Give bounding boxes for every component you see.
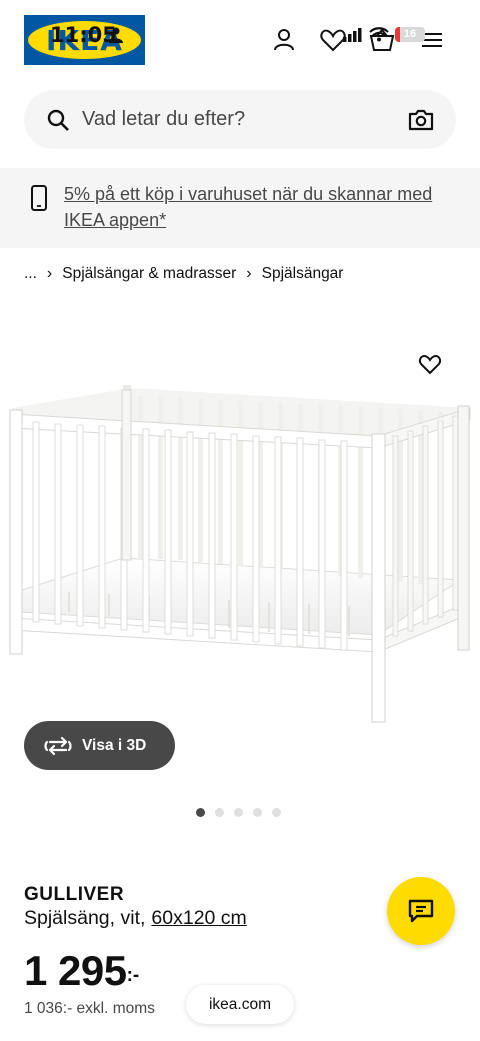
product-gallery[interactable]: Visa i 3D — [0, 300, 480, 840]
view-3d-button[interactable]: Visa i 3D — [24, 721, 175, 770]
chat-icon — [408, 899, 434, 923]
chat-button[interactable] — [387, 877, 455, 945]
gallery-pagination — [196, 808, 281, 817]
person-icon — [109, 27, 123, 43]
view-3d-label: Visa i 3D — [82, 736, 147, 754]
search-icon[interactable] — [46, 108, 70, 132]
search-input[interactable] — [82, 90, 392, 149]
pagination-dot[interactable] — [215, 808, 224, 817]
product-name: GULLIVER — [24, 884, 125, 905]
pagination-dot[interactable] — [196, 808, 205, 817]
status-icons: 16 — [343, 27, 425, 42]
pagination-dot[interactable] — [272, 808, 281, 817]
battery-icon: 16 — [395, 27, 425, 42]
camera-icon[interactable] — [408, 107, 434, 133]
breadcrumb-item[interactable]: Spjälsängar — [262, 265, 344, 283]
price-amount: 1 295 — [24, 947, 127, 994]
crib-image — [9, 385, 471, 723]
breadcrumb: ... › Spjälsängar & madrasser › Spjälsän… — [24, 263, 343, 285]
account-icon[interactable] — [270, 26, 298, 54]
wifi-icon — [369, 27, 389, 42]
chevron-right-icon: › — [46, 265, 53, 282]
status-time: 11:05 — [50, 23, 117, 47]
chevron-right-icon: › — [246, 265, 252, 282]
signal-icon — [343, 27, 362, 42]
battery-text: 16 — [403, 28, 417, 40]
promo-banner: 5% på ett köp i varuhuset när du skannar… — [0, 168, 480, 248]
pagination-dot[interactable] — [234, 808, 243, 817]
rotate-3d-icon — [44, 736, 72, 755]
browser-url-pill[interactable]: ikea.com — [186, 985, 294, 1024]
product-description: Spjälsäng, vit, 60x120 cm — [24, 907, 247, 930]
promo-link[interactable]: 5% på ett köp i varuhuset när du skannar… — [64, 181, 454, 233]
product-price: 1 295 :- — [24, 947, 139, 995]
header: IKEA 11:05 16 — [0, 0, 480, 80]
breadcrumb-ellipsis[interactable]: ... — [24, 265, 37, 283]
product-description-text: Spjälsäng, vit, — [24, 907, 146, 929]
heart-icon[interactable] — [418, 352, 442, 376]
price-ex-vat: 1 036:- exkl. moms — [24, 1000, 155, 1017]
product-size-link[interactable]: 60x120 cm — [151, 907, 246, 930]
phone-icon — [31, 185, 47, 211]
search-bar[interactable] — [24, 90, 456, 149]
price-suffix: :- — [126, 965, 140, 986]
pagination-dot[interactable] — [253, 808, 262, 817]
breadcrumb-item[interactable]: Spjälsängar & madrasser — [62, 265, 236, 283]
